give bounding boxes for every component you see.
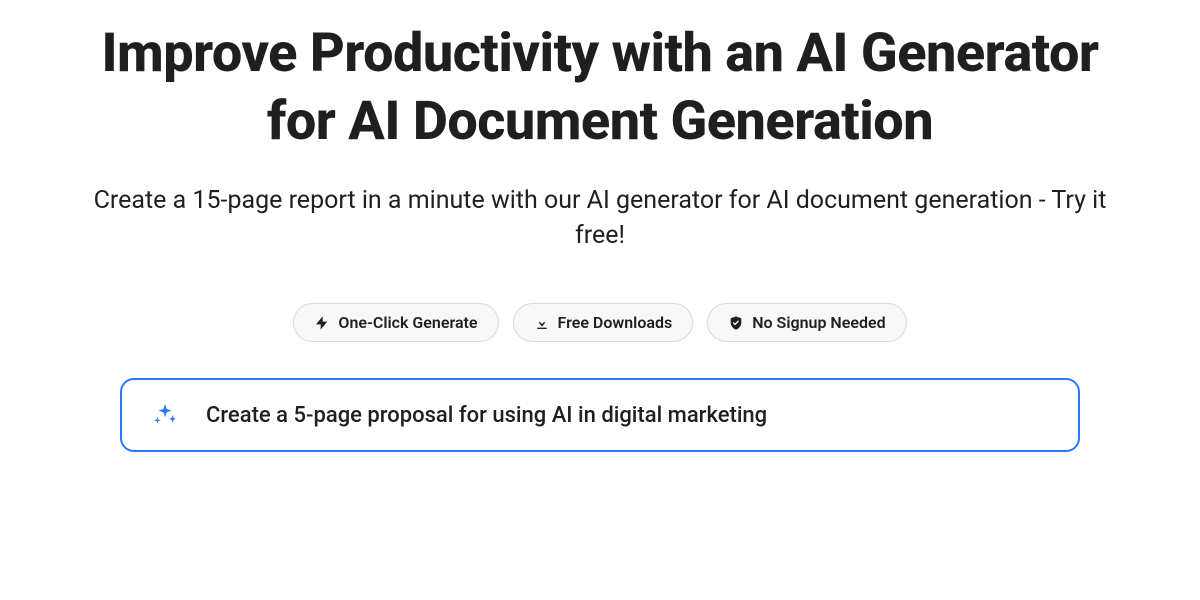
page-subheadline: Create a 15-page report in a minute with… (40, 183, 1160, 253)
badge-no-signup-needed: No Signup Needed (707, 303, 906, 342)
badge-label: Free Downloads (558, 313, 673, 332)
download-icon (534, 315, 550, 331)
page-headline: Improve Productivity with an AI Generato… (40, 20, 1160, 155)
sparkle-icon (152, 402, 178, 428)
shield-check-icon (728, 315, 744, 331)
badge-one-click-generate: One-Click Generate (293, 303, 498, 342)
prompt-input[interactable] (206, 403, 1048, 428)
feature-badges: One-Click Generate Free Downloads No Sig… (40, 303, 1160, 342)
badge-label: No Signup Needed (752, 313, 885, 332)
badge-free-downloads: Free Downloads (513, 303, 694, 342)
bolt-icon (314, 315, 330, 331)
prompt-input-container[interactable] (120, 378, 1080, 452)
badge-label: One-Click Generate (338, 313, 477, 332)
